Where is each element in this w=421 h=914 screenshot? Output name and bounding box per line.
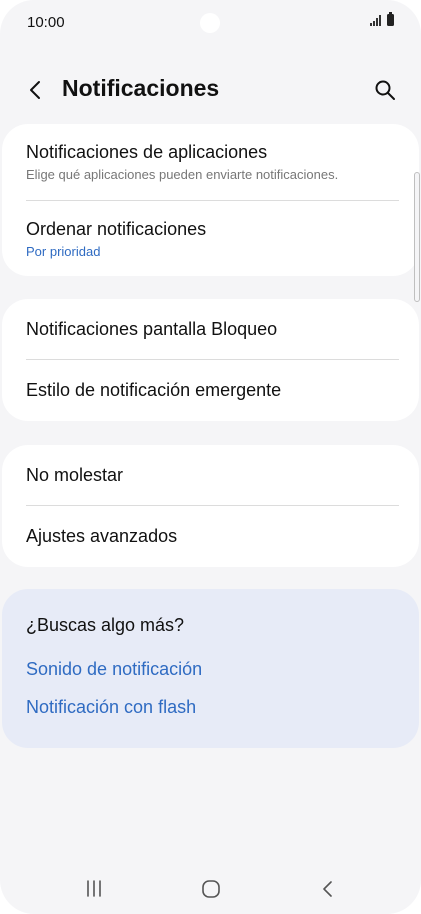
advanced-settings-item[interactable]: Ajustes avanzados xyxy=(2,506,419,567)
lock-screen-notifications-item[interactable]: Notificaciones pantalla Bloqueo xyxy=(2,299,419,360)
notification-sound-link[interactable]: Sonido de notificación xyxy=(26,659,202,680)
search-icon[interactable] xyxy=(373,78,397,102)
item-subtitle: Elige qué aplicaciones pueden enviarte n… xyxy=(26,167,339,182)
item-title: Estilo de notificación emergente xyxy=(26,380,282,400)
item-value: Por prioridad xyxy=(26,244,101,259)
suggestions-card: ¿Buscas algo más? Sonido de notificación… xyxy=(2,589,419,748)
suggestions-title: ¿Buscas algo más? xyxy=(26,615,185,635)
sort-notifications-item[interactable]: Ordenar notificaciones Por prioridad xyxy=(2,201,419,276)
display-settings-card: Notificaciones pantalla Bloqueo Estilo d… xyxy=(2,299,419,421)
camera-cutout xyxy=(200,13,220,33)
do-not-disturb-item[interactable]: No molestar xyxy=(2,445,419,506)
app-notifications-item[interactable]: Notificaciones de aplicaciones Elige qué… xyxy=(2,124,419,201)
item-title: Notificaciones de aplicaciones xyxy=(26,142,268,162)
popup-style-item[interactable]: Estilo de notificación emergente xyxy=(2,360,419,421)
app-header: Notificaciones xyxy=(0,66,421,114)
signal-icon xyxy=(370,14,381,26)
item-title: Ajustes avanzados xyxy=(26,526,178,546)
notifications-settings-card: Notificaciones de aplicaciones Elige qué… xyxy=(2,124,419,276)
status-icons xyxy=(370,12,394,26)
chevron-left-icon[interactable] xyxy=(24,78,48,102)
home-icon[interactable] xyxy=(201,879,221,899)
recents-icon[interactable] xyxy=(84,880,104,897)
page-title: Notificaciones xyxy=(62,75,220,101)
phone-screen: 10:00 Notificaciones Notificaciones de a… xyxy=(0,0,421,914)
battery-icon xyxy=(387,12,394,26)
item-title: No molestar xyxy=(26,465,124,485)
item-title: Notificaciones pantalla Bloqueo xyxy=(26,319,278,339)
advanced-settings-card: No molestar Ajustes avanzados xyxy=(2,445,419,567)
item-title: Ordenar notificaciones xyxy=(26,219,207,239)
scrollbar[interactable] xyxy=(414,172,420,302)
navigation-bar xyxy=(0,862,421,914)
status-time: 10:00 xyxy=(27,14,65,31)
status-bar: 10:00 xyxy=(0,0,421,46)
back-icon[interactable] xyxy=(318,879,338,899)
flash-notification-link[interactable]: Notificación con flash xyxy=(26,697,196,718)
